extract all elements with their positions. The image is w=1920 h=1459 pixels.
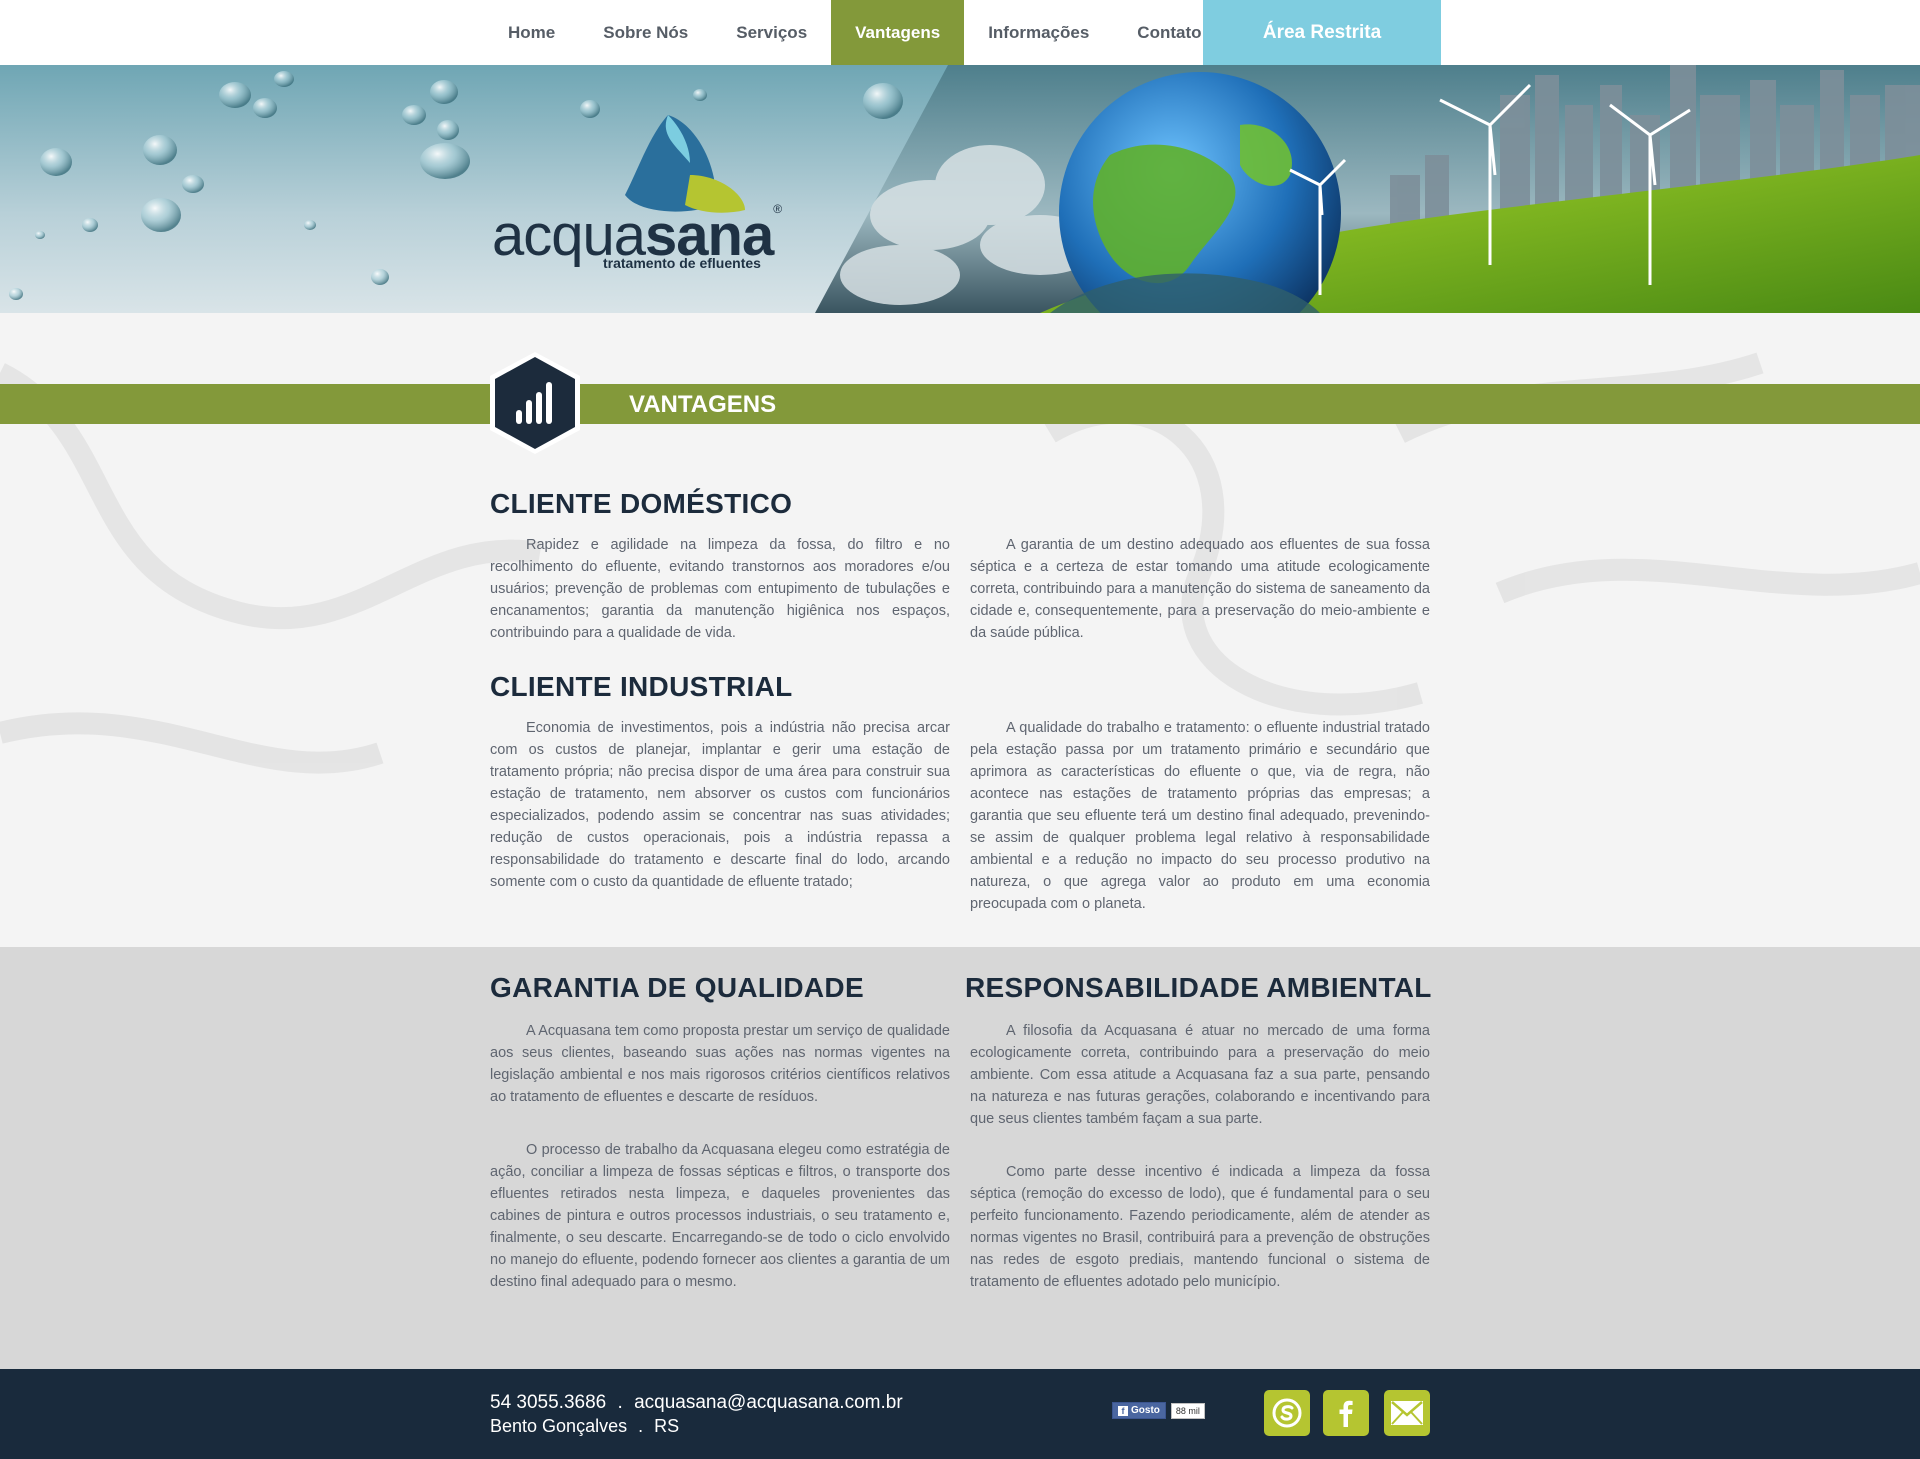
facebook-like-label: Gosto [1131, 1405, 1160, 1416]
skype-icon[interactable] [1264, 1390, 1310, 1436]
nav-item-sobre-nos[interactable]: Sobre Nós [579, 0, 712, 65]
logo-registered: ® [773, 202, 782, 216]
nav-item-informacoes[interactable]: Informações [964, 0, 1113, 65]
hero-banner: acquasana® tratamento de efluentes [0, 65, 1920, 313]
quality-text: A Acquasana tem como proposta prestar um… [490, 1020, 950, 1293]
facebook-like-widget: f Gosto 88 mil [1112, 1402, 1205, 1419]
environmental-heading: RESPONSABILIDADE AMBIENTAL [965, 972, 1432, 1003]
footer: 54 3055.3686 . acquasana@acquasana.com.b… [0, 1369, 1920, 1459]
paragraph: A filosofia da Acquasana é atuar no merc… [970, 1023, 1430, 1127]
banner-illustration [9, 65, 1920, 313]
industrial-client-left-text: Economia de investimentos, pois a indúst… [490, 717, 950, 893]
paragraph: Rapidez e agilidade na limpeza da fossa,… [490, 537, 950, 641]
top-navigation: Home Sobre Nós Serviços Vantagens Inform… [0, 0, 1920, 65]
nav-item-home[interactable]: Home [484, 0, 579, 65]
paragraph: A Acquasana tem como proposta prestar um… [490, 1023, 950, 1105]
paragraph: Economia de investimentos, pois a indúst… [490, 720, 950, 890]
nav-menu: Home Sobre Nós Serviços Vantagens Inform… [484, 0, 1226, 65]
section-title: VANTAGENS [629, 391, 777, 418]
nav-item-servicos[interactable]: Serviços [712, 0, 831, 65]
paragraph: Como parte desse incentivo é indicada a … [970, 1164, 1430, 1290]
footer-separator: . [617, 1392, 623, 1413]
domestic-client-heading: CLIENTE DOMÉSTICO [490, 488, 793, 519]
paragraph: A garantia de um destino adequado aos ef… [970, 537, 1430, 641]
acquasana-logo-mark [625, 115, 745, 213]
footer-email[interactable]: acquasana@acquasana.com.br [634, 1392, 903, 1413]
logo-tagline: tratamento de efluentes [603, 255, 761, 271]
footer-city: Bento Gonçalves [490, 1416, 628, 1436]
footer-location: Bento Gonçalves . RS [490, 1416, 679, 1437]
facebook-icon [1339, 1400, 1353, 1427]
footer-separator: . [638, 1416, 644, 1436]
footer-contact: 54 3055.3686 . acquasana@acquasana.com.b… [490, 1392, 903, 1414]
industrial-client-heading: CLIENTE INDUSTRIAL [490, 671, 793, 702]
quality-responsibility-section: GARANTIA DE QUALIDADE A Acquasana tem co… [0, 947, 1920, 1369]
bar-chart-icon [490, 352, 580, 454]
skype-icon [1272, 1398, 1302, 1428]
facebook-small-icon: f [1118, 1405, 1128, 1416]
mail-icon [1391, 1401, 1423, 1425]
industrial-client-right-text: A qualidade do trabalho e tratamento: o … [970, 717, 1430, 915]
quality-heading: GARANTIA DE QUALIDADE [490, 972, 864, 1003]
paragraph: A qualidade do trabalho e tratamento: o … [970, 720, 1430, 912]
footer-state: RS [654, 1416, 680, 1436]
domestic-client-left-text: Rapidez e agilidade na limpeza da fossa,… [490, 534, 950, 644]
paragraph: O processo de trabalho da Acquasana eleg… [490, 1142, 950, 1290]
nav-item-vantagens[interactable]: Vantagens [831, 0, 965, 65]
facebook-like-count: 88 mil [1170, 1402, 1205, 1419]
main-content: VANTAGENS CLIENTE DOMÉSTICO Rapidez e ag… [0, 313, 1920, 947]
domestic-client-right-text: A garantia de um destino adequado aos ef… [970, 534, 1430, 644]
mail-icon[interactable] [1384, 1390, 1430, 1436]
footer-phone[interactable]: 54 3055.3686 [490, 1392, 606, 1413]
restricted-area-button[interactable]: Área Restrita [1203, 0, 1441, 65]
facebook-like-button[interactable]: f Gosto [1112, 1402, 1166, 1419]
section-header-bar [0, 384, 1920, 424]
facebook-icon[interactable] [1323, 1390, 1369, 1436]
environmental-text: A filosofia da Acquasana é atuar no merc… [970, 1020, 1430, 1293]
